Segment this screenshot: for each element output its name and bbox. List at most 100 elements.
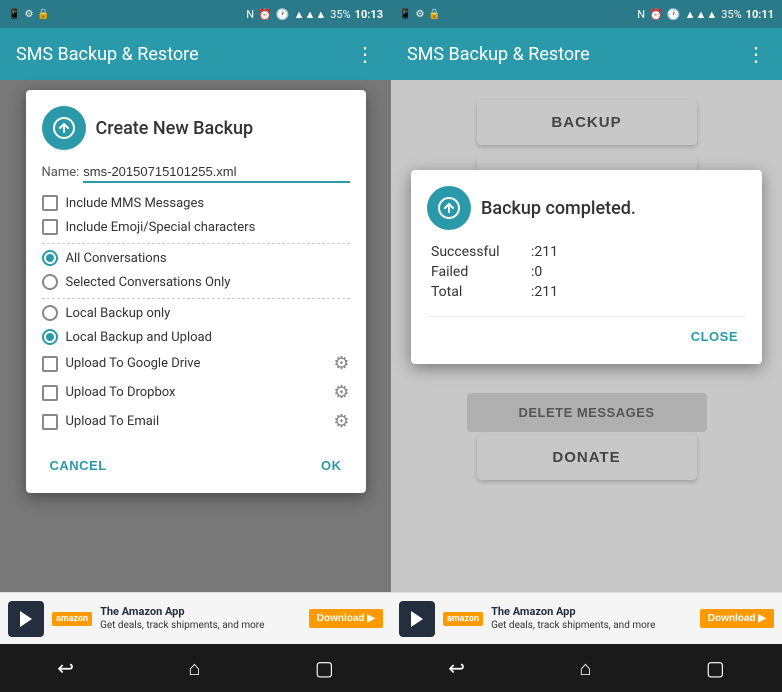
gdrive-label: Upload To Google Drive: [66, 356, 201, 371]
email-label: Upload To Email: [66, 414, 160, 429]
back-button[interactable]: ↩: [33, 648, 98, 688]
name-input[interactable]: [83, 162, 349, 183]
dropbox-label: Upload To Dropbox: [66, 385, 176, 400]
email-gear-icon[interactable]: ⚙: [333, 411, 349, 432]
delete-area: DELETE MESSAGES: [391, 393, 782, 432]
include-mms-option[interactable]: Include MMS Messages: [42, 195, 350, 211]
right-signal-icon: ▲▲▲: [685, 8, 718, 21]
right-nfc-icon: N: [637, 8, 645, 21]
right-app-title: SMS Backup & Restore: [407, 44, 746, 65]
local-upload-option[interactable]: Local Backup and Upload: [42, 329, 350, 345]
upload-gdrive-left: Upload To Google Drive: [42, 356, 201, 372]
name-row: Name:: [42, 162, 350, 183]
dialog-header: Create New Backup: [42, 106, 350, 150]
completion-title: Backup completed.: [481, 198, 636, 219]
dialog-overlay: Create New Backup Name: Include MMS Mess…: [0, 80, 391, 592]
right-recent-button[interactable]: ▢: [682, 648, 749, 688]
left-ad-text: The Amazon App Get deals, track shipment…: [100, 605, 301, 632]
left-ad-banner: amazon The Amazon App Get deals, track s…: [0, 592, 391, 644]
local-backup-radio[interactable]: [42, 305, 58, 321]
left-main-content: Create New Backup Name: Include MMS Mess…: [0, 80, 391, 592]
all-conversations-option[interactable]: All Conversations: [42, 250, 350, 266]
donate-button[interactable]: DONATE: [477, 435, 697, 480]
email-checkbox[interactable]: [42, 414, 58, 430]
left-nav-bar: ↩ ⌂ ▢: [0, 644, 391, 692]
left-download-button[interactable]: Download ▶: [309, 609, 383, 628]
local-upload-radio[interactable]: [42, 329, 58, 345]
total-value: 211: [534, 284, 558, 300]
right-home-button[interactable]: ⌂: [555, 648, 615, 689]
right-download-button[interactable]: Download ▶: [700, 609, 774, 628]
all-conversations-radio[interactable]: [42, 250, 58, 266]
clock-icon: 🕐: [276, 8, 290, 21]
successful-value: 211: [534, 244, 558, 260]
home-button[interactable]: ⌂: [164, 648, 224, 689]
right-status-bar: 📱 ⚙ 🔒 N ⏰ 🕐 ▲▲▲ 35% 10:11: [391, 0, 782, 28]
amazon-logo: amazon: [52, 612, 92, 626]
completion-buttons: CLOSE: [427, 325, 746, 348]
backup-button[interactable]: BACKUP: [477, 100, 697, 145]
include-emoji-checkbox[interactable]: [42, 219, 58, 235]
include-emoji-option[interactable]: Include Emoji/Special characters: [42, 219, 350, 235]
dropbox-gear-icon[interactable]: ⚙: [333, 382, 349, 403]
right-more-menu[interactable]: ⋮: [746, 42, 766, 66]
left-ad-icon: [8, 601, 44, 637]
radio-inner: [46, 254, 54, 262]
left-ad-logo: amazon: [52, 612, 92, 626]
alarm-icon: ⏰: [258, 8, 272, 21]
dialog-title: Create New Backup: [96, 118, 254, 139]
upload-dropbox-option[interactable]: Upload To Dropbox ⚙: [42, 382, 350, 403]
right-ad-text: The Amazon App Get deals, track shipment…: [491, 605, 692, 632]
local-backup-label: Local Backup only: [66, 306, 171, 321]
upload-dropbox-left: Upload To Dropbox: [42, 385, 176, 401]
right-back-button[interactable]: ↩: [424, 648, 489, 688]
completion-header: Backup completed.: [427, 186, 746, 230]
upload-email-option[interactable]: Upload To Email ⚙: [42, 411, 350, 432]
selected-conversations-label: Selected Conversations Only: [66, 275, 231, 290]
all-conversations-label: All Conversations: [66, 251, 167, 266]
left-ad-title: The Amazon App: [100, 605, 185, 618]
right-bt-icon: ⚙: [415, 9, 424, 20]
left-status-right: N ⏰ 🕐 ▲▲▲ 35% 10:13: [246, 8, 383, 21]
notification-icon: 📱: [8, 9, 20, 20]
upload-gdrive-option[interactable]: Upload To Google Drive ⚙: [42, 353, 350, 374]
recent-button[interactable]: ▢: [291, 648, 358, 688]
signal-icon: ▲▲▲: [294, 8, 327, 21]
failed-label: Failed: [431, 264, 531, 280]
ok-button[interactable]: OK: [313, 454, 350, 477]
selected-conversations-option[interactable]: Selected Conversations Only: [42, 274, 350, 290]
completion-divider: [427, 316, 746, 317]
right-ad-icon: [399, 601, 435, 637]
right-play-icon: [411, 611, 423, 627]
right-phone-panel: 📱 ⚙ 🔒 N ⏰ 🕐 ▲▲▲ 35% 10:11 SMS Backup & R…: [391, 0, 782, 692]
include-mms-checkbox[interactable]: [42, 195, 58, 211]
dialog-buttons: CANCEL OK: [42, 446, 350, 477]
right-ad-logo-wrap: amazon: [443, 612, 483, 626]
right-clock-icon: 🕐: [667, 8, 681, 21]
create-backup-dialog: Create New Backup Name: Include MMS Mess…: [26, 90, 366, 493]
left-ad-subtitle: Get deals, track shipments, and more: [100, 620, 264, 631]
close-button[interactable]: CLOSE: [683, 325, 746, 348]
gdrive-gear-icon[interactable]: ⚙: [333, 353, 349, 374]
failed-value: 0: [534, 264, 542, 280]
stat-successful: Successful : 211: [431, 244, 742, 260]
play-icon: [20, 611, 32, 627]
right-main-content: BACKUP RESTORE DELETE MESSAGES DONATE DE…: [391, 80, 782, 592]
left-status-bar: 📱 ⚙ 🔒 N ⏰ 🕐 ▲▲▲ 35% 10:13: [0, 0, 391, 28]
right-status-right: N ⏰ 🕐 ▲▲▲ 35% 10:11: [637, 8, 774, 21]
total-label: Total: [431, 284, 531, 300]
include-mms-label: Include MMS Messages: [66, 196, 205, 211]
left-time: 10:13: [355, 8, 383, 21]
cancel-button[interactable]: CANCEL: [42, 454, 115, 477]
left-phone-panel: 📱 ⚙ 🔒 N ⏰ 🕐 ▲▲▲ 35% 10:13 SMS Backup & R…: [0, 0, 391, 692]
gdrive-checkbox[interactable]: [42, 356, 58, 372]
include-emoji-label: Include Emoji/Special characters: [66, 220, 256, 235]
battery-text: 35%: [330, 8, 350, 21]
radio-inner-2: [46, 333, 54, 341]
selected-conversations-radio[interactable]: [42, 274, 58, 290]
dropbox-checkbox[interactable]: [42, 385, 58, 401]
delete-messages-button-2[interactable]: DELETE MESSAGES: [467, 393, 707, 432]
local-backup-option[interactable]: Local Backup only: [42, 305, 350, 321]
left-more-menu[interactable]: ⋮: [355, 42, 375, 66]
stat-total: Total : 211: [431, 284, 742, 300]
